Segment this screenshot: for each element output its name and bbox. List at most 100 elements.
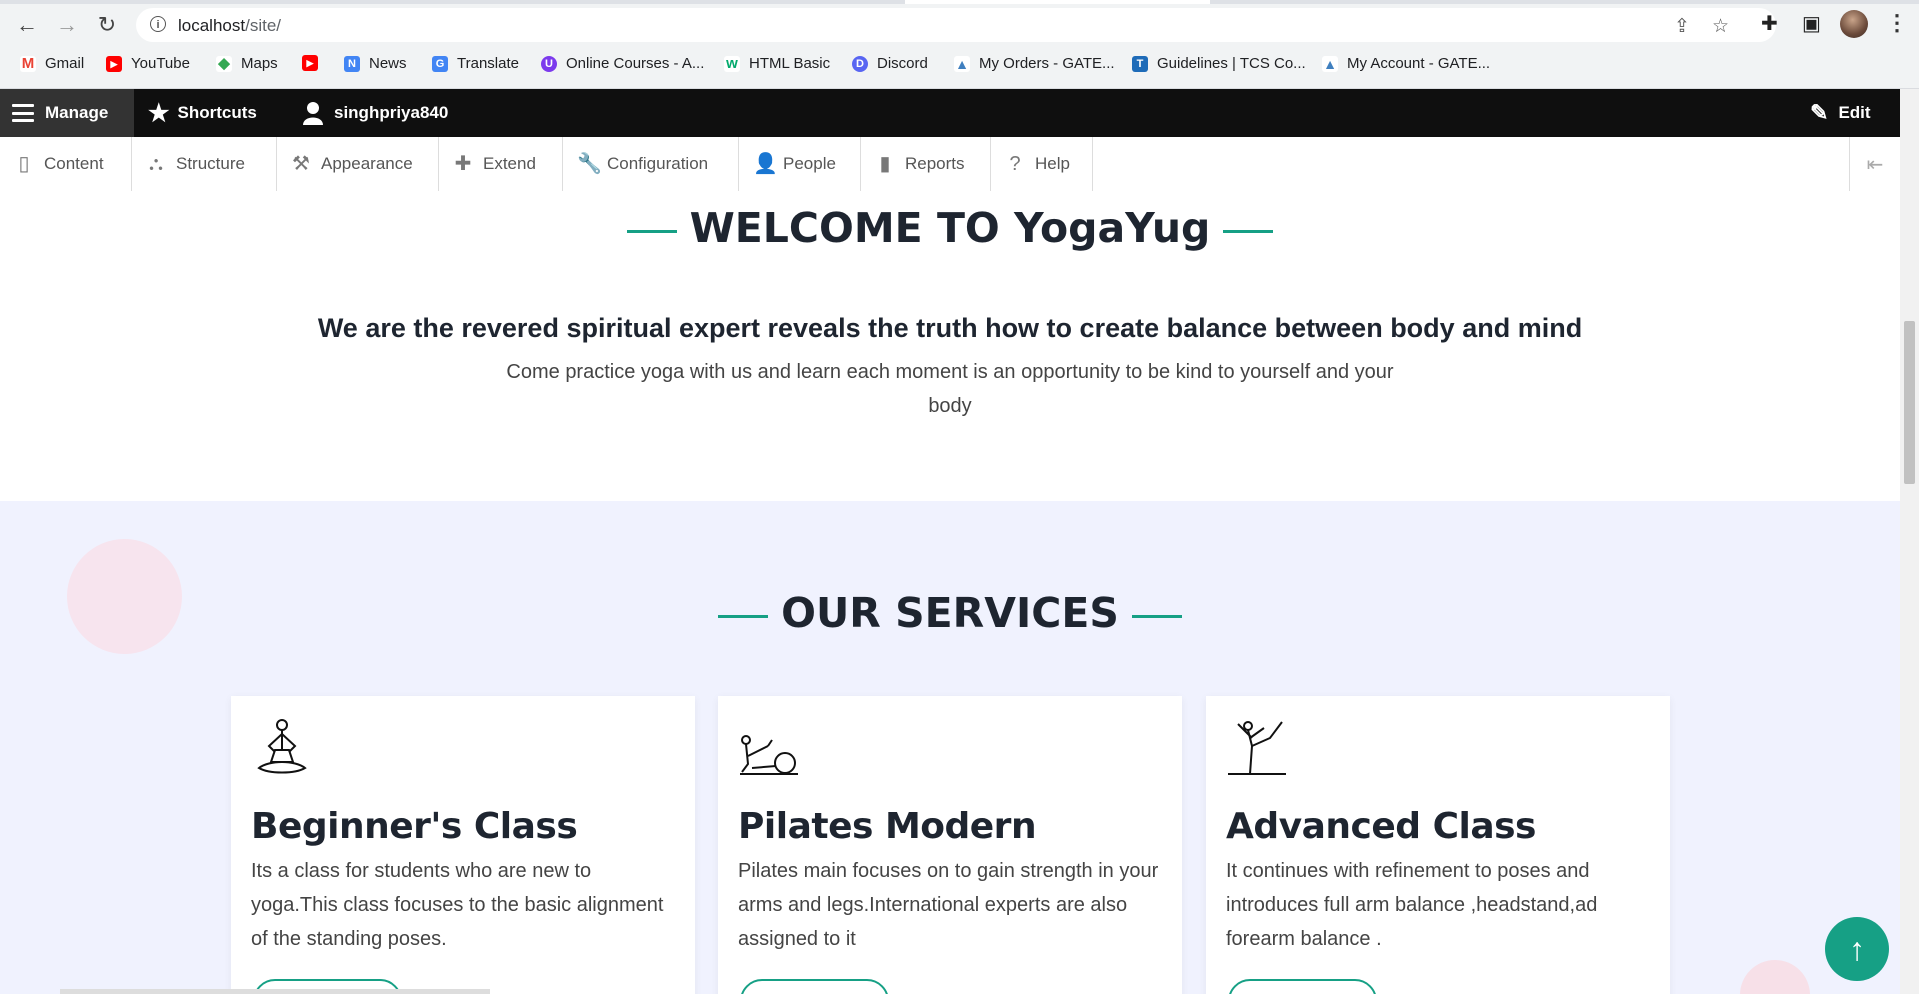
forward-icon[interactable]: → <box>52 10 82 40</box>
back-icon[interactable]: ← <box>12 10 42 40</box>
bookmark-youtube[interactable]: ▶ YouTube <box>106 55 190 72</box>
url-text[interactable]: localhost/site/ <box>178 16 281 36</box>
card-read-more-button[interactable] <box>740 979 889 994</box>
user-icon <box>303 102 323 125</box>
bookmark-youtube-2[interactable]: ▶ <box>302 55 327 71</box>
bookmark-maps[interactable]: ◆ Maps <box>216 55 278 72</box>
title-dash-right <box>1223 229 1274 233</box>
wrench-icon: 🔧 <box>577 153 602 175</box>
bookmark-html-basic[interactable]: w HTML Basic <box>724 55 830 72</box>
person-icon: 👤 <box>753 153 778 175</box>
tray-item-label: Appearance <box>321 154 413 173</box>
bookmark-gmail[interactable]: M Gmail <box>20 55 84 72</box>
scroll-to-top-button[interactable]: ↑ <box>1825 917 1889 981</box>
bookmark-label: Translate <box>457 55 519 72</box>
profile-avatar[interactable] <box>1840 10 1868 38</box>
scrollbar-thumb[interactable] <box>1904 321 1915 484</box>
browser-menu-icon[interactable]: ⋮ <box>1886 10 1908 36</box>
tray-item-label: People <box>783 154 836 173</box>
bookmark-my-orders[interactable]: ▲ My Orders - GATE... <box>954 55 1115 72</box>
bookmark-label: Maps <box>241 55 278 72</box>
horizontal-scrollbar[interactable] <box>60 989 490 994</box>
admin-tray: ▯ Content ⛬ Structure ⚒ Appearance ✚ Extend … <box>0 137 1900 192</box>
tray-item-people[interactable]: 👤 People <box>739 137 861 191</box>
arrow-up-icon: ↑ <box>1849 930 1865 967</box>
card-description: Its a class for students who are new to … <box>251 860 664 950</box>
edit-button[interactable]: ✎ Edit <box>1810 89 1871 137</box>
services-section: OUR SERVICES Beginner's Class Its a clas… <box>0 501 1900 994</box>
url-host: localhost <box>178 16 246 35</box>
card-title: Pilates Modern <box>738 806 1037 847</box>
star-icon: ★ <box>148 99 170 127</box>
bookmark-my-account[interactable]: ▲ My Account - GATE... <box>1322 55 1490 72</box>
bookmark-label: Online Courses - A... <box>566 55 705 72</box>
bookmark-label: Gmail <box>45 55 85 72</box>
gate-icon: ▲ <box>954 55 970 72</box>
page-scrollbar[interactable] <box>1900 89 1919 994</box>
bookmark-star-icon[interactable]: ☆ <box>1712 15 1729 38</box>
bookmark-label: News <box>369 55 407 72</box>
sitemap-icon: ⛬ <box>149 153 163 175</box>
browser-chrome: ← → ↻ i localhost/site/ ⇪ ☆ ✚ ▣ ⋮ M Gmail… <box>0 0 1919 89</box>
welcome-lead: We are the revered spiritual expert reve… <box>317 313 1583 343</box>
card-description: It continues with refinement to poses an… <box>1226 860 1598 950</box>
url-path: /site/ <box>245 16 282 35</box>
edit-label: Edit <box>1838 103 1871 122</box>
welcome-title-text: WELCOME TO YogaYug <box>689 204 1211 252</box>
bookmark-news[interactable]: N News <box>344 55 407 72</box>
bookmark-label: HTML Basic <box>749 55 831 72</box>
gate-icon: ▲ <box>1322 55 1338 72</box>
side-panel-icon[interactable]: ▣ <box>1802 11 1821 36</box>
tray-item-structure[interactable]: ⛬ Structure <box>132 137 277 191</box>
shortcuts-button[interactable]: ★ Shortcuts <box>148 89 257 137</box>
puzzle-icon: ✚ <box>454 153 472 175</box>
tray-item-label: Reports <box>905 154 965 173</box>
news-icon: N <box>344 55 360 72</box>
bookmark-label: YouTube <box>131 55 190 72</box>
tray-item-label: Structure <box>176 154 245 173</box>
tray-item-extend[interactable]: ✚ Extend <box>439 137 563 191</box>
service-card: Advanced Class It continues with refinem… <box>1206 696 1670 994</box>
extensions-icon[interactable]: ✚ <box>1761 11 1778 36</box>
welcome-section: WELCOME TO YogaYug <box>0 191 1900 501</box>
tray-item-reports[interactable]: ▮ Reports <box>861 137 991 191</box>
collapse-tray-icon[interactable]: ⇤ <box>1849 137 1900 191</box>
bookmark-guidelines[interactable]: T Guidelines | TCS Co... <box>1132 55 1306 72</box>
share-icon[interactable]: ⇪ <box>1674 15 1690 38</box>
bookmark-online-courses[interactable]: U Online Courses - A... <box>541 55 704 72</box>
bookmarks-bar: M Gmail ▶ YouTube ◆ Maps ▶ N News G Translate… <box>0 50 1919 80</box>
tray-item-content[interactable]: ▯ Content <box>0 137 132 191</box>
site-info-icon[interactable]: i <box>150 16 166 32</box>
admin-toolbar: Manage ★ Shortcuts singhpriya840 ✎ Edit <box>0 89 1900 137</box>
pencil-icon: ✎ <box>1810 100 1829 125</box>
address-bar[interactable]: i localhost/site/ ⇪ ☆ <box>136 8 1776 42</box>
welcome-title: WELCOME TO YogaYug <box>0 204 1900 252</box>
card-description: Pilates main focuses on to gain strength… <box>738 860 1159 950</box>
translate-icon: G <box>432 55 448 72</box>
manage-button[interactable]: Manage <box>0 89 134 137</box>
tcs-icon: T <box>1132 55 1148 72</box>
title-dash-left <box>626 229 677 233</box>
gmail-icon: M <box>20 54 36 72</box>
tray-item-configuration[interactable]: 🔧 Configuration <box>563 137 739 191</box>
bookmark-discord[interactable]: D Discord <box>852 55 928 72</box>
udemy-icon: U <box>541 55 557 72</box>
bookmark-label: My Orders - GATE... <box>979 55 1115 72</box>
w3schools-icon: w <box>724 55 740 72</box>
tray-item-appearance[interactable]: ⚒ Appearance <box>277 137 439 191</box>
card-read-more-button[interactable] <box>1228 979 1377 994</box>
tray-item-label: Help <box>1035 154 1070 173</box>
manage-label: Manage <box>45 103 109 122</box>
active-tab-edge[interactable] <box>905 0 1210 4</box>
lotus-pose-icon <box>257 719 307 774</box>
title-dash-right <box>1131 614 1182 618</box>
welcome-subtext: Come practice yoga with us and learn eac… <box>506 361 1394 417</box>
services-title-text: OUR SERVICES <box>781 589 1119 637</box>
tray-item-label: Extend <box>483 154 536 173</box>
tray-item-help[interactable]: ? Help <box>991 137 1093 191</box>
bookmark-translate[interactable]: G Translate <box>432 55 519 72</box>
bookmark-label: Guidelines | TCS Co... <box>1157 55 1306 72</box>
reload-icon[interactable]: ↻ <box>92 10 122 40</box>
bookmark-label: My Account - GATE... <box>1347 55 1491 72</box>
user-button[interactable]: singhpriya840 <box>302 89 448 137</box>
